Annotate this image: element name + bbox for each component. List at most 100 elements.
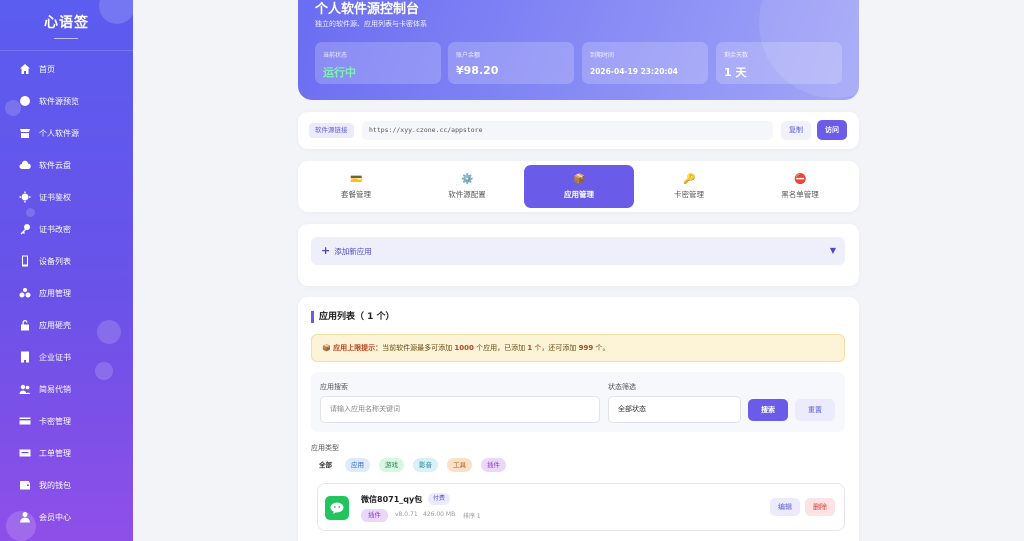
tab-source-config[interactable]: ⚙️ 软件源配置 [412, 165, 522, 208]
source-link-card: 软件源链接 https://xyy.czone.cc/appstore 复制 访… [298, 112, 859, 149]
apps-icon [19, 288, 31, 298]
phone-icon [22, 255, 28, 267]
search-button[interactable]: 搜索 [748, 399, 788, 421]
copy-button[interactable]: 复制 [781, 121, 811, 140]
app-order: 排序 1 [463, 513, 481, 520]
chevron-down-icon: ▼ [829, 246, 836, 255]
add-app-toggle[interactable]: + 添加新应用 ▼ [311, 237, 845, 265]
app-list-card: 应用列表（ 1 个） 📦 应用上限提示：当前软件源最多可添加 1000 个应用，… [298, 297, 859, 541]
gear-icon: ⚙️ [461, 174, 474, 185]
add-app-card: + 添加新应用 ▼ [298, 224, 859, 286]
sidebar-item-enterprise-cert[interactable]: 企业证书 [0, 343, 133, 371]
card-icon: 💳 [350, 174, 363, 185]
stat-value: 运行中 [323, 66, 356, 79]
page-subtitle: 独立的软件源、应用列表与卡密体系 [315, 20, 427, 28]
sidebar-item-label: 应用管理 [39, 288, 71, 298]
status-filter-label: 状态筛选 [608, 383, 636, 391]
type-chip-game[interactable]: 游戏 [379, 458, 404, 472]
notice-text: 个应用，已添加 [473, 344, 528, 352]
source-url-field[interactable]: https://xyy.czone.cc/appstore [362, 121, 773, 140]
sidebar-item-card-manage[interactable]: 卡密管理 [0, 407, 133, 435]
status-filter-select[interactable]: 全部状态 [608, 396, 741, 423]
key-icon [20, 224, 30, 235]
stat-days-left: 剩余天数 1 天 [716, 42, 842, 84]
sidebar-item-app-manage[interactable]: 应用管理 [0, 279, 133, 307]
tab-app-manage[interactable]: 📦 应用管理 [524, 165, 634, 208]
stat-balance: 账户余额 ¥98.20 [448, 42, 574, 84]
reset-button[interactable]: 重置 [795, 399, 835, 421]
page-title: 个人软件源控制台 [315, 2, 420, 17]
filter-panel: 应用搜索 请输入应用名称关键词 状态筛选 全部状态 搜索 重置 [311, 372, 845, 432]
notice-text: 个，还可添加 [532, 344, 579, 352]
sidebar-item-tickets[interactable]: 工单管理 [0, 439, 133, 467]
building-icon [21, 351, 29, 363]
sidebar-item-label: 卡密管理 [39, 416, 71, 426]
tab-label: 应用管理 [564, 190, 594, 199]
visit-button[interactable]: 访问 [817, 120, 847, 140]
tab-card-manage[interactable]: 🔑 卡密管理 [634, 165, 744, 208]
console-header: 个人软件源控制台 独立的软件源、应用列表与卡密体系 当前状态 运行中 账户余额 … [298, 0, 859, 100]
type-chip-plugin[interactable]: 插件 [481, 458, 506, 472]
tab-label: 软件源配置 [448, 190, 486, 199]
sidebar-item-label: 个人软件源 [39, 128, 79, 138]
notice-text: 当前软件源最多可添加 [382, 344, 455, 352]
sidebar-item-label: 工单管理 [39, 448, 71, 458]
sidebar-item-resale[interactable]: 简易代销 [0, 375, 133, 403]
stat-label: 到期时间 [590, 52, 615, 59]
wallet-icon [20, 481, 30, 490]
stat-status: 当前状态 运行中 [315, 42, 441, 84]
sidebar-divider [0, 50, 133, 51]
stat-label: 账户余额 [456, 52, 481, 59]
source-link-tag: 软件源链接 [309, 123, 354, 138]
app-list-title: 应用列表（ 1 个） [311, 311, 395, 323]
tab-bar: 💳 套餐管理 ⚙️ 软件源配置 📦 应用管理 🔑 卡密管理 ⛔ 黑名单管理 [298, 161, 859, 212]
sidebar-item-source-preview[interactable]: 软件源预览 [0, 87, 133, 115]
wechat-icon [325, 496, 349, 520]
home-icon [20, 64, 30, 74]
package-icon: 📦 [573, 174, 586, 185]
sidebar-item-personal-source[interactable]: 个人软件源 [0, 119, 133, 147]
store-icon [20, 129, 30, 138]
sidebar-item-cert-auth[interactable]: 证书鉴权 [0, 183, 133, 211]
sidebar-item-label: 证书鉴权 [39, 192, 71, 202]
type-chip-all[interactable]: 全部 [313, 458, 338, 472]
search-label: 应用搜索 [320, 383, 348, 391]
delete-button[interactable]: 删除 [805, 498, 835, 516]
tab-blacklist[interactable]: ⛔ 黑名单管理 [745, 165, 855, 208]
stat-value: ¥98.20 [456, 64, 499, 77]
notice-max: 1000 [454, 344, 474, 352]
category-badge: 插件 [361, 509, 388, 522]
app-version: v8.0.71 [395, 511, 418, 518]
notice-remain: 999 [578, 344, 594, 352]
search-input[interactable]: 请输入应用名称关键词 [320, 396, 600, 423]
sidebar-item-cert-password[interactable]: 证书改密 [0, 215, 133, 243]
sidebar-item-label: 会员中心 [39, 512, 71, 522]
member-icon [20, 512, 30, 523]
globe-icon [20, 96, 30, 106]
sidebar-item-devices[interactable]: 设备列表 [0, 247, 133, 275]
edit-button[interactable]: 编辑 [770, 498, 800, 516]
sidebar-item-label: 证书改密 [39, 224, 71, 234]
type-chip-tool[interactable]: 工具 [447, 458, 472, 472]
sidebar-item-wallet[interactable]: 我的钱包 [0, 471, 133, 499]
chat-bubble-icon [330, 502, 344, 514]
logo-underline [54, 38, 78, 39]
sidebar-item-label: 首页 [39, 64, 55, 74]
notice-prefix: 📦 应用上限提示： [322, 344, 383, 352]
sidebar-item-cloud[interactable]: 软件云盘 [0, 151, 133, 179]
certificate-icon [19, 191, 31, 203]
tab-package[interactable]: 💳 套餐管理 [301, 165, 411, 208]
ticket-icon [19, 449, 31, 457]
sidebar-item-member[interactable]: 会员中心 [0, 503, 133, 531]
tab-label: 套餐管理 [341, 190, 371, 199]
sidebar-item-app-decrypt[interactable]: 应用砸壳 [0, 311, 133, 339]
sidebar-item-label: 软件源预览 [39, 96, 79, 106]
sidebar-item-home[interactable]: 首页 [0, 55, 133, 83]
key-icon: 🔑 [683, 174, 696, 185]
add-app-label: 添加新应用 [334, 247, 372, 256]
tab-label: 卡密管理 [674, 190, 704, 199]
plus-icon: + [321, 244, 331, 257]
tab-label: 黑名单管理 [781, 190, 819, 199]
type-chip-media[interactable]: 影音 [413, 458, 438, 472]
type-chip-app[interactable]: 应用 [345, 458, 370, 472]
